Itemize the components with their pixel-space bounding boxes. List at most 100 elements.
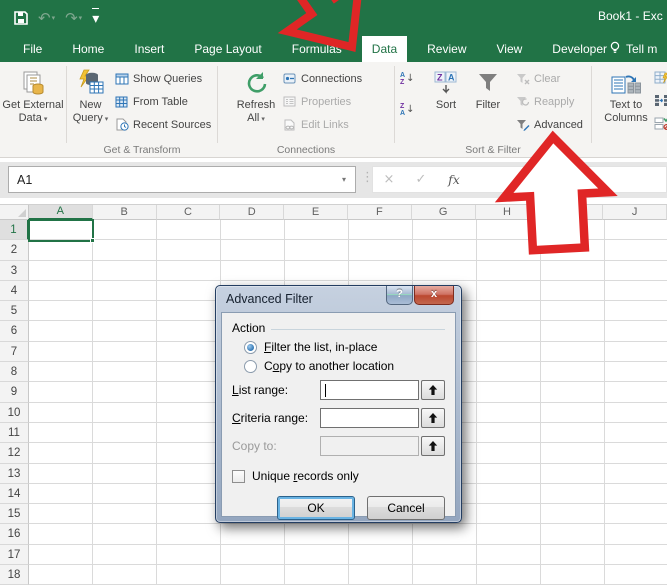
grid-cell-J3[interactable] bbox=[605, 261, 667, 281]
radio-copy-to-location[interactable]: Copy to another location bbox=[244, 359, 445, 373]
row-header-6[interactable]: 6 bbox=[0, 321, 29, 341]
grid-cell-J1[interactable] bbox=[605, 220, 667, 240]
row-header-3[interactable]: 3 bbox=[0, 261, 29, 281]
undo-button[interactable]: ↶▾ bbox=[38, 9, 55, 27]
fill-handle[interactable] bbox=[90, 238, 95, 243]
criteria-range-input[interactable] bbox=[321, 409, 418, 427]
tab-file[interactable]: File bbox=[13, 36, 52, 62]
grid-cell-D16[interactable] bbox=[221, 524, 285, 544]
grid-cell-A6[interactable] bbox=[29, 321, 93, 341]
save-icon[interactable] bbox=[14, 11, 28, 25]
row-header-13[interactable]: 13 bbox=[0, 464, 29, 484]
grid-cell-C7[interactable] bbox=[157, 342, 221, 362]
grid-cell-H13[interactable] bbox=[477, 464, 541, 484]
grid-cell-J11[interactable] bbox=[605, 423, 667, 443]
grid-cell-E1[interactable] bbox=[285, 220, 349, 240]
tab-insert[interactable]: Insert bbox=[124, 36, 174, 62]
grid-cell-C13[interactable] bbox=[157, 464, 221, 484]
grid-cell-I10[interactable] bbox=[541, 403, 605, 423]
row-header-15[interactable]: 15 bbox=[0, 504, 29, 524]
grid-cell-C6[interactable] bbox=[157, 321, 221, 341]
from-table-button[interactable]: From Table bbox=[114, 90, 217, 113]
grid-cell-J13[interactable] bbox=[605, 464, 667, 484]
radio-button-icon[interactable] bbox=[244, 341, 257, 354]
grid-cell-H17[interactable] bbox=[477, 545, 541, 565]
grid-cell-E2[interactable] bbox=[285, 240, 349, 260]
radio-filter-in-place[interactable]: Filter the list, in-place bbox=[244, 340, 445, 354]
grid-cell-I9[interactable] bbox=[541, 382, 605, 402]
grid-cell-C18[interactable] bbox=[157, 565, 221, 585]
grid-cell-C8[interactable] bbox=[157, 362, 221, 382]
grid-cell-C3[interactable] bbox=[157, 261, 221, 281]
grid-cell-H14[interactable] bbox=[477, 484, 541, 504]
grid-cell-B10[interactable] bbox=[93, 403, 157, 423]
grid-cell-I2[interactable] bbox=[541, 240, 605, 260]
grid-cell-B14[interactable] bbox=[93, 484, 157, 504]
grid-cell-H16[interactable] bbox=[477, 524, 541, 544]
grid-cell-G17[interactable] bbox=[413, 545, 477, 565]
list-range-input[interactable] bbox=[321, 381, 418, 399]
tab-page-layout[interactable]: Page Layout bbox=[184, 36, 271, 62]
grid-cell-C11[interactable] bbox=[157, 423, 221, 443]
tab-data[interactable]: Data bbox=[362, 36, 407, 62]
grid-cell-I12[interactable] bbox=[541, 443, 605, 463]
tab-view[interactable]: View bbox=[487, 36, 533, 62]
list-range-collapse-button[interactable] bbox=[421, 380, 445, 400]
grid-cell-J10[interactable] bbox=[605, 403, 667, 423]
tab-review[interactable]: Review bbox=[417, 36, 476, 62]
grid-cell-A5[interactable] bbox=[29, 301, 93, 321]
grid-cell-B18[interactable] bbox=[93, 565, 157, 585]
grid-cell-I11[interactable] bbox=[541, 423, 605, 443]
column-header-E[interactable]: E bbox=[284, 205, 348, 220]
grid-cell-J14[interactable] bbox=[605, 484, 667, 504]
row-header-16[interactable]: 16 bbox=[0, 524, 29, 544]
enter-entry-icon[interactable]: ✓ bbox=[405, 172, 437, 187]
grid-cell-I5[interactable] bbox=[541, 301, 605, 321]
grid-cell-E18[interactable] bbox=[285, 565, 349, 585]
row-header-12[interactable]: 12 bbox=[0, 443, 29, 463]
grid-cell-C9[interactable] bbox=[157, 382, 221, 402]
tab-tell-me[interactable]: Tell m bbox=[609, 36, 667, 62]
grid-cell-C1[interactable] bbox=[157, 220, 221, 240]
grid-cell-I15[interactable] bbox=[541, 504, 605, 524]
grid-cell-A9[interactable] bbox=[29, 382, 93, 402]
grid-cell-E16[interactable] bbox=[285, 524, 349, 544]
show-queries-button[interactable]: Show Queries bbox=[114, 67, 217, 90]
row-header-7[interactable]: 7 bbox=[0, 342, 29, 362]
grid-cell-I14[interactable] bbox=[541, 484, 605, 504]
row-header-11[interactable]: 11 bbox=[0, 423, 29, 443]
grid-cell-D1[interactable] bbox=[221, 220, 285, 240]
grid-cell-A17[interactable] bbox=[29, 545, 93, 565]
advanced-filter-button[interactable]: Advanced bbox=[515, 113, 591, 136]
column-header-D[interactable]: D bbox=[220, 205, 284, 220]
grid-cell-J7[interactable] bbox=[605, 342, 667, 362]
grid-cell-A7[interactable] bbox=[29, 342, 93, 362]
row-header-14[interactable]: 14 bbox=[0, 484, 29, 504]
grid-cell-D17[interactable] bbox=[221, 545, 285, 565]
column-header-A[interactable]: A bbox=[29, 205, 93, 220]
grid-cell-H5[interactable] bbox=[477, 301, 541, 321]
grid-cell-B6[interactable] bbox=[93, 321, 157, 341]
sort-az-button[interactable]: AZ ↓ bbox=[400, 67, 427, 90]
grid-cell-H7[interactable] bbox=[477, 342, 541, 362]
grid-cell-B4[interactable] bbox=[93, 281, 157, 301]
grid-cell-B7[interactable] bbox=[93, 342, 157, 362]
grid-cell-J5[interactable] bbox=[605, 301, 667, 321]
grid-cell-F2[interactable] bbox=[349, 240, 413, 260]
grid-cell-A2[interactable] bbox=[29, 240, 93, 260]
customize-qat-button[interactable]: ▾ bbox=[92, 8, 99, 27]
name-box[interactable]: A1 ▾ bbox=[8, 166, 356, 193]
grid-cell-B12[interactable] bbox=[93, 443, 157, 463]
grid-cell-B2[interactable] bbox=[93, 240, 157, 260]
grid-cell-J8[interactable] bbox=[605, 362, 667, 382]
grid-cell-F1[interactable] bbox=[349, 220, 413, 240]
connections-button[interactable]: Connections bbox=[282, 67, 394, 90]
grid-cell-B13[interactable] bbox=[93, 464, 157, 484]
grid-cell-B1[interactable] bbox=[93, 220, 157, 240]
grid-cell-B11[interactable] bbox=[93, 423, 157, 443]
grid-cell-G16[interactable] bbox=[413, 524, 477, 544]
row-header-5[interactable]: 5 bbox=[0, 301, 29, 321]
row-header-17[interactable]: 17 bbox=[0, 545, 29, 565]
grid-cell-J16[interactable] bbox=[605, 524, 667, 544]
ok-button[interactable]: OK bbox=[277, 496, 355, 520]
